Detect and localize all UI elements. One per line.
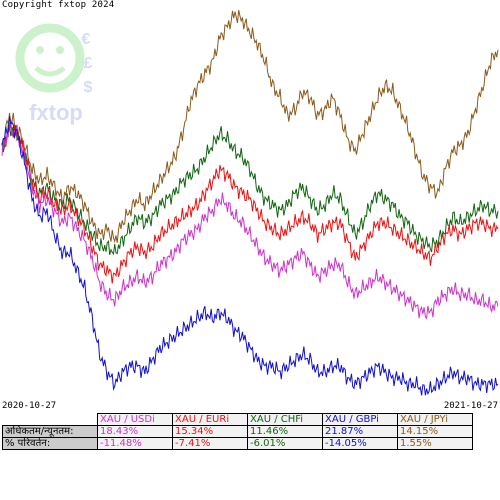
copyright-text: Copyright fxtop 2024 <box>2 0 115 10</box>
stats-row-maxmin: अधिकतम/न्यूनतम: 18.43% 15.34% 11.46% 21.… <box>2 425 473 438</box>
stats-row-change: % परिवर्तन: -11.48% -7.41% -6.01% -14.05… <box>2 437 473 450</box>
change-eur: -7.41% <box>172 437 248 450</box>
line-chart <box>1 9 499 396</box>
series-line-xauusdi <box>1 119 499 320</box>
series-header-jpy: XAU / JPYi <box>397 413 473 426</box>
stats-header-empty <box>3 414 98 426</box>
change-chf: -6.01% <box>247 437 323 450</box>
stats-header-row: XAU / USDi XAU / EURi XAU / CHFi XAU / G… <box>3 413 473 426</box>
series-header-usd: XAU / USDi <box>97 413 173 426</box>
maxmin-usd: 18.43% <box>97 425 173 438</box>
maxmin-eur: 15.34% <box>172 425 248 438</box>
series-header-gbp: XAU / GBPi <box>322 413 398 426</box>
series-line-xauchfi <box>1 123 499 256</box>
maxmin-jpy: 14.15% <box>397 425 473 438</box>
x-axis-start-label: 2020-10-27 <box>2 401 57 411</box>
chart-page: { "copyright": "Copyright fxtop 2024", "… <box>0 0 500 500</box>
maxmin-chf: 11.46% <box>247 425 323 438</box>
maxmin-gbp: 21.87% <box>322 425 398 438</box>
change-gbp: -14.05% <box>322 437 398 450</box>
x-axis-end-label: 2021-10-27 <box>443 401 498 411</box>
series-header-chf: XAU / CHFi <box>247 413 323 426</box>
change-usd: -11.48% <box>97 437 173 450</box>
series-line-xaueuri <box>1 124 499 284</box>
series-header-eur: XAU / EURi <box>172 413 248 426</box>
row-label-change: % परिवर्तन: <box>2 437 98 450</box>
row-label-maxmin: अधिकतम/न्यूनतम: <box>2 425 98 438</box>
stats-table: XAU / USDi XAU / EURi XAU / CHFi XAU / G… <box>2 413 473 450</box>
change-jpy: 1.55% <box>397 437 473 450</box>
